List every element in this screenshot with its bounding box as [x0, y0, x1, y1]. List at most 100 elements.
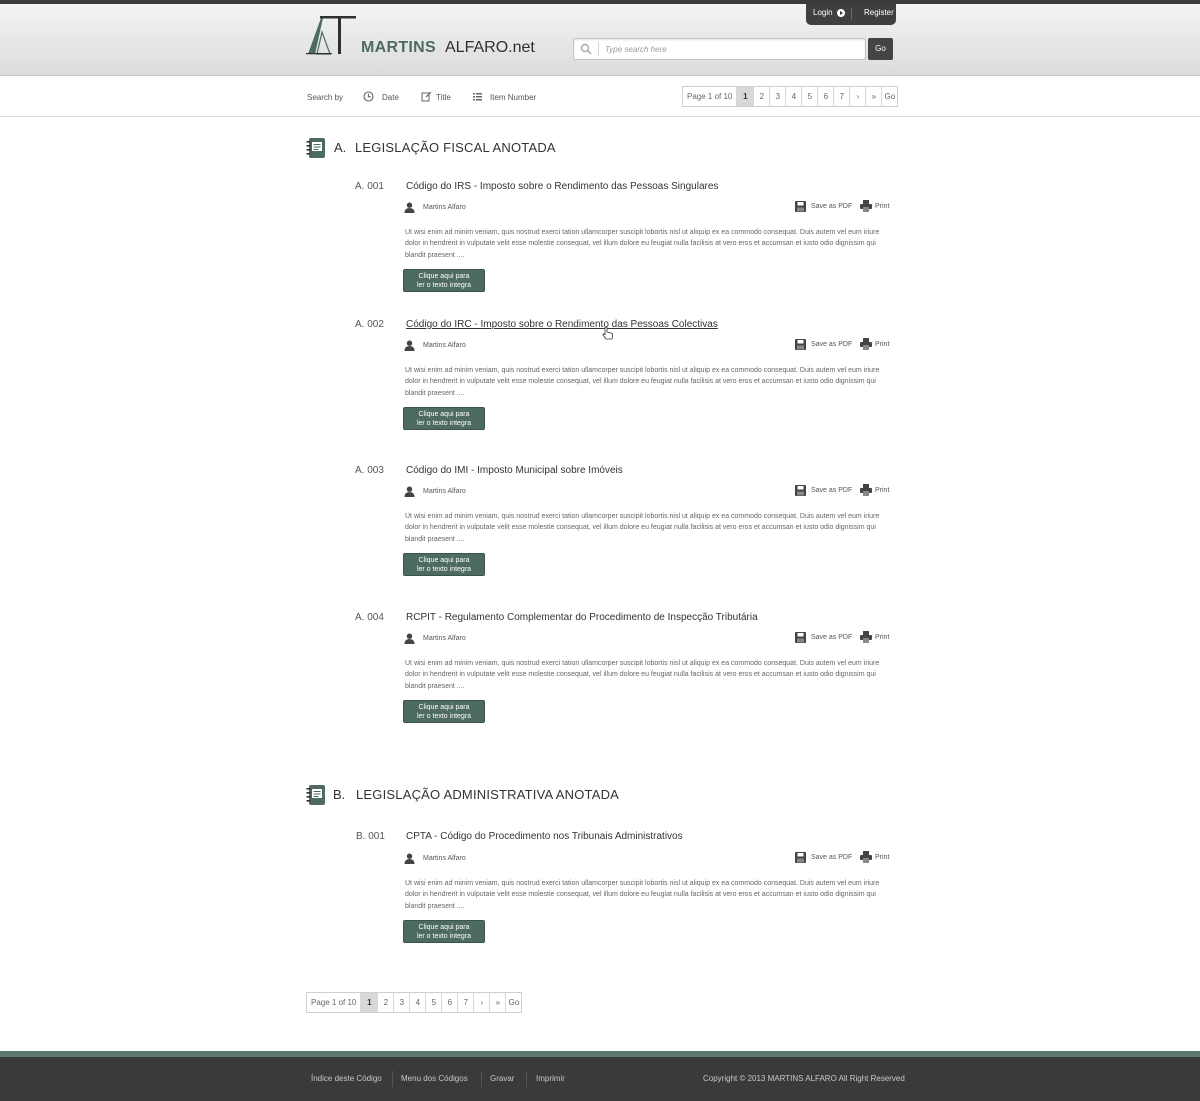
- login-link[interactable]: Login: [813, 8, 833, 17]
- print-link[interactable]: Print: [875, 341, 889, 348]
- page-next-button[interactable]: ›: [473, 993, 489, 1012]
- footer-link-print[interactable]: Imprimir: [536, 1074, 565, 1083]
- save-pdf-link[interactable]: Save as PDF: [811, 341, 852, 348]
- auth-divider: [851, 8, 852, 20]
- floppy-disk-icon[interactable]: [795, 852, 806, 863]
- search-go-button[interactable]: Go: [868, 38, 893, 60]
- read-full-text-line2: ler o texto integra: [416, 419, 472, 427]
- read-full-text-line2: ler o texto integra: [416, 932, 472, 940]
- save-pdf-link[interactable]: Save as PDF: [811, 854, 852, 861]
- read-full-text-button[interactable]: Clique aqui para ler o texto integra: [403, 700, 485, 723]
- section-title: LEGISLAÇÃO FISCAL ANOTADA: [355, 140, 556, 155]
- search-input[interactable]: [605, 42, 855, 56]
- footer-divider: [481, 1071, 482, 1087]
- print-link[interactable]: Print: [875, 854, 889, 861]
- page-link-1[interactable]: 1: [736, 87, 754, 106]
- footer-divider: [526, 1071, 527, 1087]
- entry-title-link[interactable]: CPTA - Código do Procedimento nos Tribun…: [406, 831, 683, 842]
- page-link-1[interactable]: 1: [360, 993, 378, 1012]
- entry-title-link[interactable]: Código do IRC - Imposto sobre o Rendimen…: [406, 319, 718, 330]
- footer-link-menu[interactable]: Menu dos Códigos: [401, 1074, 468, 1083]
- entry-description: Ut wisi enim ad minim veniam, quis nostr…: [405, 513, 880, 543]
- play-arrow-icon[interactable]: [837, 9, 845, 17]
- read-full-text-button[interactable]: Clique aqui para ler o texto integra: [403, 407, 485, 430]
- footer-link-save[interactable]: Gravar: [490, 1074, 514, 1083]
- floppy-disk-icon[interactable]: [795, 632, 806, 643]
- search-by-label: Search by: [307, 93, 344, 102]
- search-divider: [598, 42, 599, 56]
- save-pdf-link[interactable]: Save as PDF: [811, 487, 852, 494]
- page-link-4[interactable]: 4: [785, 87, 801, 106]
- filter-item-number[interactable]: Item Number: [490, 93, 536, 102]
- filter-bar: Search by Date Title Item Number Page 1 …: [0, 77, 1200, 117]
- register-link[interactable]: Register: [864, 8, 894, 17]
- entry-title-link[interactable]: RCPIT - Regulamento Complementar do Proc…: [406, 612, 758, 623]
- edit-icon[interactable]: [421, 91, 432, 102]
- printer-icon[interactable]: [860, 484, 872, 496]
- print-link[interactable]: Print: [875, 203, 889, 210]
- page-last-button[interactable]: »: [489, 993, 505, 1012]
- hand-cursor-icon: [602, 327, 613, 340]
- page-link-3[interactable]: 3: [393, 993, 409, 1012]
- floppy-disk-icon[interactable]: [795, 339, 806, 350]
- search-box: [573, 38, 866, 60]
- footer-link-index[interactable]: Índice deste Código: [311, 1074, 382, 1083]
- page-go-button[interactable]: Go: [505, 993, 521, 1012]
- page-link-7[interactable]: 7: [833, 87, 849, 106]
- entry-title-link[interactable]: Código do IMI - Imposto Municipal sobre …: [406, 465, 623, 476]
- page-info: Page 1 of 10: [687, 92, 733, 101]
- floppy-disk-icon[interactable]: [795, 485, 806, 496]
- print-link[interactable]: Print: [875, 634, 889, 641]
- logo-text-alfaro: ALFARO.net: [445, 39, 535, 56]
- save-pdf-link[interactable]: Save as PDF: [811, 634, 852, 641]
- clock-icon[interactable]: [363, 91, 374, 102]
- read-full-text-button[interactable]: Clique aqui para ler o texto integra: [403, 269, 485, 292]
- floppy-disk-icon[interactable]: [795, 201, 806, 212]
- read-full-text-line1: Clique aqui para: [418, 704, 470, 711]
- entry-author: Martins Alfaro: [423, 635, 466, 642]
- user-icon: [404, 853, 415, 864]
- page-link-4[interactable]: 4: [409, 993, 425, 1012]
- printer-icon[interactable]: [860, 338, 872, 350]
- user-icon: [404, 633, 415, 644]
- print-link[interactable]: Print: [875, 487, 889, 494]
- printer-icon[interactable]: [860, 851, 872, 863]
- printer-icon[interactable]: [860, 200, 872, 212]
- site-footer: Índice deste Código Menu dos Códigos Gra…: [0, 1057, 1200, 1101]
- page-next-button[interactable]: ›: [849, 87, 865, 106]
- page-link-6[interactable]: 6: [441, 993, 457, 1012]
- page-link-7[interactable]: 7: [457, 993, 473, 1012]
- page-link-3[interactable]: 3: [769, 87, 785, 106]
- auth-tab: Login Register: [806, 4, 896, 25]
- page-link-5[interactable]: 5: [801, 87, 817, 106]
- notebook-icon: [306, 785, 325, 805]
- notebook-icon: [306, 138, 325, 158]
- read-full-text-line2: ler o texto integra: [416, 712, 472, 720]
- page-link-2[interactable]: 2: [377, 993, 393, 1012]
- page-go-button[interactable]: Go: [881, 87, 897, 106]
- section-title: LEGISLAÇÃO ADMINISTRATIVA ANOTADA: [356, 787, 620, 802]
- printer-icon[interactable]: [860, 631, 872, 643]
- filter-title[interactable]: Title: [436, 93, 451, 102]
- entry-author: Martins Alfaro: [423, 488, 466, 495]
- entry-code: A. 001: [355, 181, 384, 192]
- entry-code: A. 002: [355, 319, 384, 330]
- entry-author: Martins Alfaro: [423, 855, 466, 862]
- page-link-6[interactable]: 6: [817, 87, 833, 106]
- read-full-text-line1: Clique aqui para: [418, 411, 470, 418]
- read-full-text-button[interactable]: Clique aqui para ler o texto integra: [403, 553, 485, 576]
- filter-date[interactable]: Date: [382, 93, 399, 102]
- read-full-text-button[interactable]: Clique aqui para ler o texto integra: [403, 920, 485, 943]
- page-last-button[interactable]: »: [865, 87, 881, 106]
- entry-description: Ut wisi enim ad minim veniam, quis nostr…: [405, 367, 880, 397]
- logo-at-monogram-icon: [306, 16, 356, 55]
- entry-author: Martins Alfaro: [423, 342, 466, 349]
- entry-title-link[interactable]: Código do IRS - Imposto sobre o Rendimen…: [406, 181, 718, 192]
- site-logo[interactable]: MARTINS ALFARO.net: [306, 14, 546, 64]
- read-full-text-line1: Clique aqui para: [418, 273, 470, 280]
- save-pdf-link[interactable]: Save as PDF: [811, 203, 852, 210]
- page-link-2[interactable]: 2: [753, 87, 769, 106]
- list-icon[interactable]: [472, 91, 483, 102]
- user-icon: [404, 202, 415, 213]
- page-link-5[interactable]: 5: [425, 993, 441, 1012]
